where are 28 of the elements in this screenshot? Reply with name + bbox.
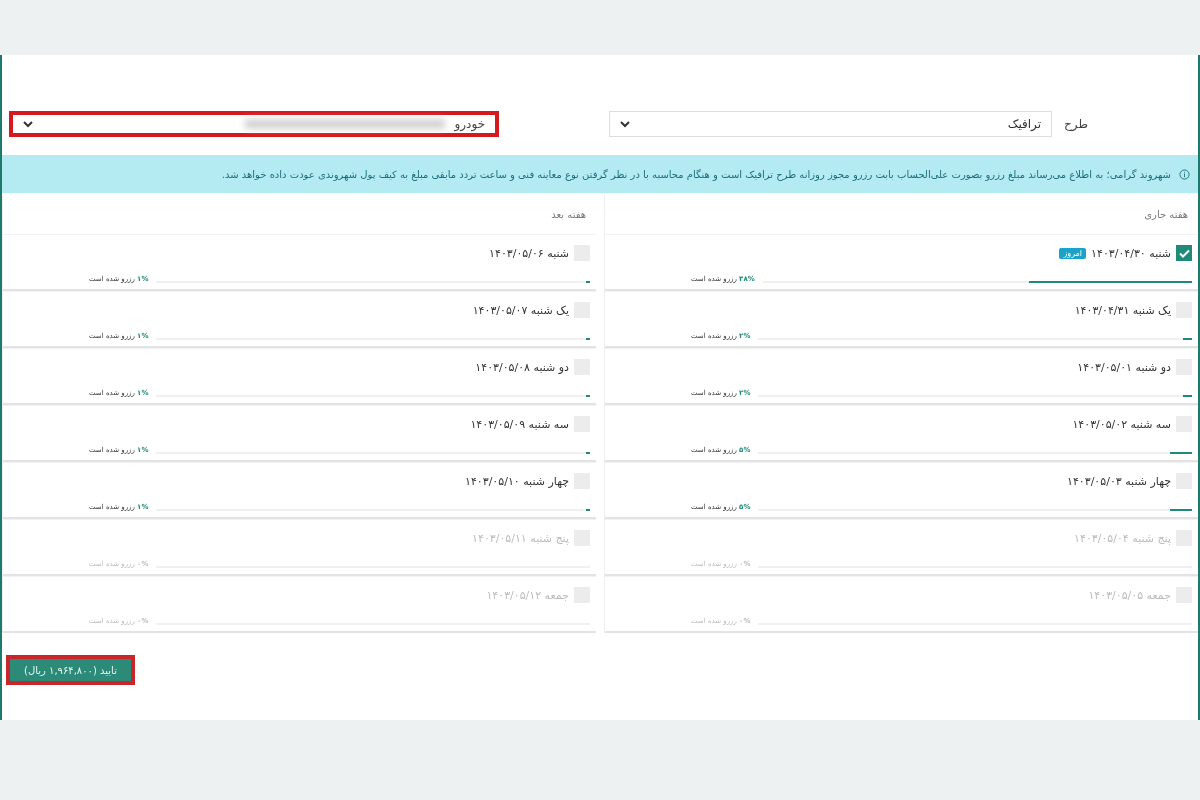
day-label: سه شنبه ۱۴۰۳/۰۵/۰۲ bbox=[1072, 417, 1171, 431]
day-label: یک شنبه ۱۴۰۳/۰۴/۳۱ bbox=[1074, 303, 1171, 317]
day-label: یک شنبه ۱۴۰۳/۰۵/۰۷ bbox=[472, 303, 569, 317]
chevron-icon bbox=[620, 120, 631, 128]
plan-select[interactable]: ترافیک bbox=[609, 111, 1053, 137]
week-title: هفته بعد bbox=[550, 208, 587, 222]
day-checkbox[interactable] bbox=[1176, 245, 1192, 261]
day-label: جمعه ۱۴۰۳/۰۵/۰۵ bbox=[1088, 588, 1171, 602]
chevron-icon bbox=[23, 120, 34, 128]
day-label: پنج شنبه ۱۴۰۳/۰۵/۱۱ bbox=[472, 531, 569, 545]
field-label: خودرو bbox=[454, 117, 486, 131]
day-label: پنج شنبه ۱۴۰۳/۰۵/۰۴ bbox=[1074, 531, 1171, 545]
checkmark-icon bbox=[1178, 248, 1190, 258]
day-label: دو شنبه ۱۴۰۳/۰۵/۰۱ bbox=[1077, 360, 1171, 374]
day-label: چهار شنبه ۱۴۰۳/۰۵/۱۰ bbox=[465, 474, 569, 488]
day-label: شنبه ۱۴۰۳/۰۴/۳۰ bbox=[1091, 246, 1171, 260]
vehicle-select[interactable]: خودرو bbox=[9, 111, 500, 137]
day-label: سه شنبه ۱۴۰۳/۰۵/۰۹ bbox=[470, 417, 569, 431]
today-badge: امروز bbox=[1059, 247, 1087, 259]
day-label: شنبه ۱۴۰۳/۰۵/۰۶ bbox=[489, 246, 569, 260]
day-label: جمعه ۱۴۰۳/۰۵/۱۲ bbox=[486, 588, 569, 602]
info-icon bbox=[1179, 168, 1190, 180]
confirm-button[interactable]: تایید (۱,۹۶۴,۸۰۰ ریال) bbox=[6, 655, 135, 685]
day-label: چهار شنبه ۱۴۰۳/۰۵/۰۳ bbox=[1067, 474, 1171, 488]
day-label: دو شنبه ۱۴۰۳/۰۵/۰۸ bbox=[475, 360, 569, 374]
field-label: طرح bbox=[1064, 117, 1088, 131]
notice-text: شهروند گرامی؛ به اطلاع می‌رساند مبلغ رزرو بصورت علی‌الحساب بابت رزرو مجوز روزانه طرح ترافیک است و هنگام محاسبه با در نظر گرفتن نوع معاینه فنی و ساعت تردد مابقی مبلغ به کیف پول شهروندی عودت داده خواهد شد. bbox=[221, 168, 1171, 180]
week-title: هفته جاری bbox=[1143, 208, 1189, 222]
